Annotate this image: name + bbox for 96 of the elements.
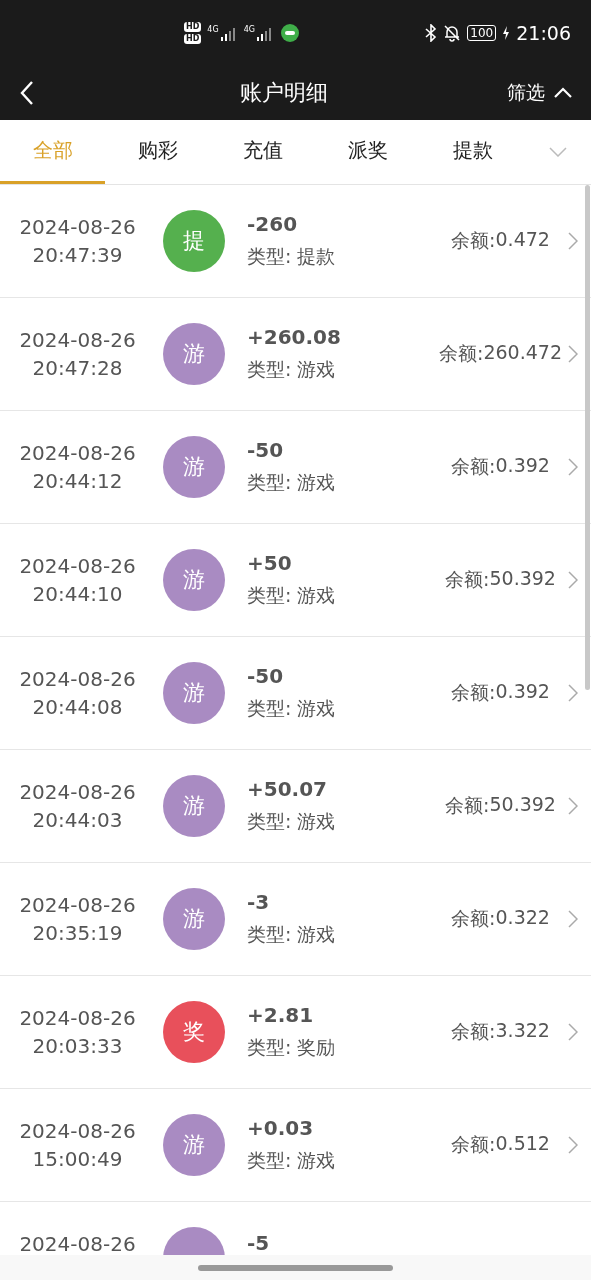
balance-value: 0.512 [495, 1132, 550, 1156]
type-badge: 游 [163, 1114, 225, 1176]
category-tab[interactable]: 派奖 [315, 120, 420, 184]
category-tab[interactable]: 购彩 [105, 120, 210, 184]
type-badge: 奖 [163, 1001, 225, 1063]
balance-value: 3.322 [495, 1019, 550, 1043]
type-badge: 游 [163, 888, 225, 950]
hd-badge: HD [184, 34, 202, 44]
type-badge: 提 [163, 210, 225, 272]
charging-icon [502, 26, 511, 40]
balance-label: 余额: [439, 341, 484, 366]
network-type: 4G [243, 25, 255, 34]
type-badge: 游 [163, 323, 225, 385]
record-amount: +50 [247, 551, 293, 575]
record-time: 20:44:10 [32, 582, 123, 606]
record-date: 2024-08-26 [19, 1006, 136, 1030]
balance-value: 260.472 [483, 341, 562, 365]
record-time: 20:47:28 [32, 356, 123, 380]
scrollbar[interactable] [585, 185, 590, 690]
record-date: 2024-08-26 [19, 667, 136, 691]
chevron-right-icon[interactable] [568, 232, 578, 250]
balance-value: 0.392 [495, 680, 550, 704]
chevron-right-icon[interactable] [568, 797, 578, 815]
record-date: 2024-08-26 [19, 328, 136, 352]
bluetooth-icon [425, 24, 438, 42]
record-type: 类型: 游戏 [247, 1148, 337, 1173]
type-badge: 游 [163, 775, 225, 837]
record-date: 2024-08-26 [19, 441, 136, 465]
record-date: 2024-08-26 [19, 1232, 136, 1256]
record-time: 20:03:33 [32, 1034, 123, 1058]
category-tab[interactable]: 充值 [210, 120, 315, 184]
record-time: 20:44:08 [32, 695, 123, 719]
type-badge: 游 [163, 549, 225, 611]
signal-icon [219, 25, 238, 41]
record-amount: +0.03 [247, 1116, 315, 1140]
balance-label: 余额: [451, 454, 496, 479]
chevron-right-icon[interactable] [568, 910, 578, 928]
page-title: 账户明细 [238, 79, 329, 107]
chevron-right-icon[interactable] [568, 458, 578, 476]
record-time: 20:44:03 [32, 808, 123, 832]
chevron-right-icon[interactable] [568, 684, 578, 702]
record-time: 15:00:49 [32, 1147, 123, 1171]
record-type: 类型: 游戏 [247, 470, 337, 495]
chevron-right-icon[interactable] [568, 1136, 578, 1154]
chevron-right-icon[interactable] [568, 345, 578, 363]
record-date: 2024-08-26 [19, 780, 136, 804]
balance-label: 余额: [451, 1019, 496, 1044]
type-badge: 游 [163, 662, 225, 724]
record-date: 2024-08-26 [19, 893, 136, 917]
balance-label: 余额: [451, 906, 496, 931]
record-type: 类型: 游戏 [247, 583, 337, 608]
record-type: 类型: 奖励 [247, 1035, 337, 1060]
record-time: 20:44:12 [32, 469, 123, 493]
record-time: 20:35:19 [32, 921, 123, 945]
clock-time: 21:06 [516, 22, 571, 44]
record-amount: +2.81 [247, 1003, 315, 1027]
record-date: 2024-08-26 [19, 554, 136, 578]
record-date: 2024-08-26 [19, 1119, 136, 1143]
record-type: 类型: 提款 [247, 244, 337, 269]
record-type: 类型: 游戏 [247, 357, 337, 382]
balance-value: 50.392 [489, 793, 556, 817]
balance-label: 余额: [445, 793, 490, 818]
balance-value: 0.322 [495, 906, 550, 930]
battery-level: 100 [467, 25, 497, 41]
category-tab[interactable]: 提款 [420, 120, 525, 184]
balance-value: 50.392 [489, 567, 556, 591]
record-amount: -260 [247, 212, 299, 236]
record-type: 类型: 游戏 [247, 696, 337, 721]
record-type: 类型: 游戏 [247, 922, 337, 947]
mute-bell-icon [443, 24, 462, 42]
record-amount: -50 [247, 664, 285, 688]
record-amount: -5 [247, 1231, 271, 1255]
signal-icon [255, 25, 274, 41]
chevron-down-icon[interactable] [549, 147, 567, 157]
balance-label: 余额: [451, 1132, 496, 1157]
balance-value: 0.472 [495, 228, 550, 252]
record-amount: -50 [247, 438, 285, 462]
back-icon[interactable] [20, 80, 34, 106]
record-amount: -3 [247, 890, 271, 914]
record-type: 类型: 游戏 [247, 809, 337, 834]
gesture-handle[interactable] [198, 1264, 393, 1271]
hd-badge: HD [184, 22, 202, 32]
record-amount: +260.08 [247, 325, 342, 349]
type-badge: 游 [163, 436, 225, 498]
balance-value: 0.392 [495, 454, 550, 478]
network-type: 4G [207, 25, 219, 34]
balance-label: 余额: [451, 228, 496, 253]
chevron-right-icon[interactable] [568, 571, 578, 589]
chevron-right-icon[interactable] [568, 1023, 578, 1041]
filter-button[interactable]: 筛选 [507, 80, 573, 106]
record-amount: +50.07 [247, 777, 329, 801]
hotspot-icon [279, 23, 300, 43]
balance-label: 余额: [445, 567, 490, 592]
record-date: 2024-08-26 [19, 215, 136, 239]
record-time: 20:47:39 [32, 243, 123, 267]
balance-label: 余额: [451, 680, 496, 705]
